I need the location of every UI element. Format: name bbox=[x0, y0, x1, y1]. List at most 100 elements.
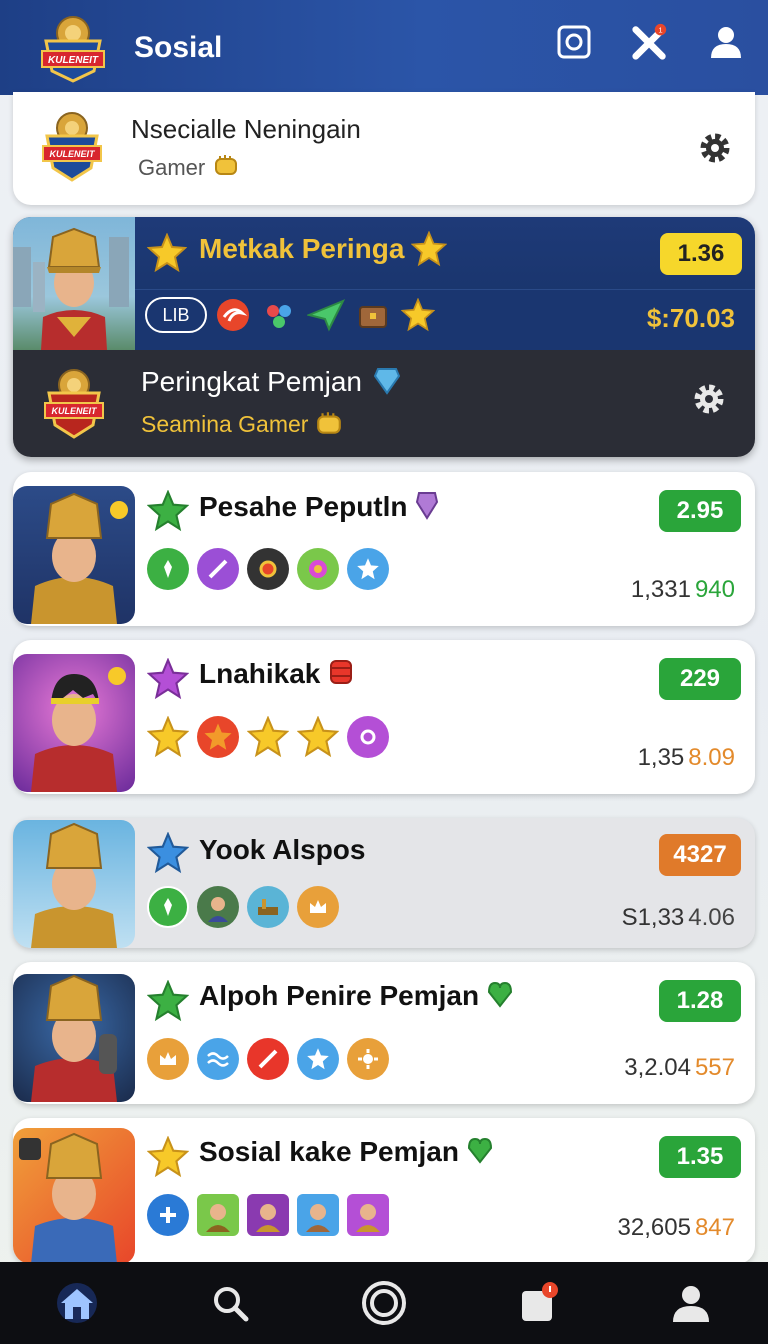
player-stat: 1,35 8.09 bbox=[638, 744, 735, 772]
star-icon bbox=[400, 297, 436, 336]
profile-icon[interactable] bbox=[706, 22, 746, 62]
wave-badge-icon bbox=[197, 1038, 239, 1080]
player-name-text: Sosial kake Pemjan bbox=[199, 1136, 459, 1167]
player-name-text: Pesahe Peputln bbox=[199, 490, 408, 522]
sword-badge-icon bbox=[247, 1038, 289, 1080]
settings-gear-icon[interactable] bbox=[697, 130, 733, 166]
player-avatar bbox=[13, 1128, 135, 1264]
player-card[interactable]: Sosial kake Pemjan 1.35 32,605 847 bbox=[13, 1118, 755, 1264]
player-name: Pesahe Peputln bbox=[199, 490, 439, 527]
player-card[interactable]: Lnahikak 229 1,35 8.09 bbox=[13, 640, 755, 794]
star-badge-icon bbox=[197, 716, 239, 758]
leaf-badge-icon bbox=[147, 886, 189, 928]
leaf-badge-icon bbox=[147, 548, 189, 590]
player-stat: 32,605 847 bbox=[618, 1214, 735, 1242]
player-avatar bbox=[13, 654, 135, 792]
top-bar: KULENEIT Sosial 1 bbox=[0, 0, 768, 95]
svg-text:KULENEIT: KULENEIT bbox=[48, 55, 99, 66]
notifications-icon[interactable] bbox=[508, 1273, 568, 1333]
app-logo[interactable]: KULENEIT bbox=[36, 11, 110, 85]
player-stat-main: 3,2.04 bbox=[624, 1054, 691, 1081]
svg-text:1: 1 bbox=[658, 25, 662, 34]
barrel-icon bbox=[328, 658, 354, 693]
player-score-badge: 1.35 bbox=[659, 1136, 741, 1178]
player-card[interactable]: Alpoh Penire Pemjan 1.28 3,2.04 557 bbox=[13, 962, 755, 1104]
paper-plane-icon bbox=[305, 297, 346, 337]
player-badge-row bbox=[147, 1038, 389, 1080]
svg-text:KULENEIT: KULENEIT bbox=[52, 406, 99, 416]
profile-subtitle: Gamer bbox=[138, 155, 206, 180]
player-stat-main: 1,331 bbox=[630, 576, 691, 603]
star-badge-icon bbox=[147, 716, 189, 758]
featured-rank-label: Seamina Gamer bbox=[141, 409, 343, 443]
player-stat-highlight: 4.06 bbox=[688, 904, 735, 931]
player-stat-main: 1,35 bbox=[637, 744, 685, 771]
profile-subtitle-row: Gamer bbox=[138, 152, 239, 184]
player-badge-row bbox=[147, 716, 389, 758]
sun-badge-icon bbox=[347, 716, 389, 758]
player-score-badge: 1.28 bbox=[659, 980, 741, 1022]
search-icon[interactable] bbox=[200, 1273, 260, 1333]
fist-icon bbox=[213, 152, 239, 184]
hero-thumb-icon bbox=[247, 1194, 289, 1236]
player-name: Yook Alspos bbox=[199, 834, 366, 865]
crossed-swords-icon[interactable]: 1 bbox=[630, 22, 670, 62]
target-badge-icon bbox=[297, 548, 339, 590]
star-icon bbox=[146, 657, 190, 704]
player-stat-main: 32,605 bbox=[617, 1214, 691, 1241]
star-badge-icon bbox=[247, 716, 289, 758]
profile-icon[interactable] bbox=[661, 1273, 721, 1333]
camera-icon[interactable] bbox=[554, 22, 594, 62]
star-icon bbox=[146, 979, 190, 1026]
bridge-badge-icon bbox=[247, 886, 289, 928]
player-card[interactable]: Yook Alspos 4327 S1,33 4.06 bbox=[13, 818, 755, 948]
featured-title: Metkak Peringa bbox=[199, 233, 405, 264]
player-score-badge: 4327 bbox=[659, 834, 741, 876]
profile-card[interactable]: KULENEIT Nsecialle Neningain Gamer bbox=[13, 92, 755, 205]
crown-badge-icon bbox=[297, 886, 339, 928]
home-icon[interactable] bbox=[47, 1273, 107, 1333]
star-icon bbox=[146, 489, 190, 536]
featured-player-card[interactable]: Metkak Peringa 1.36 LIB $:70.03 KULENEIT… bbox=[13, 217, 755, 457]
page-title: Sosial bbox=[134, 30, 223, 64]
star-badge-icon bbox=[297, 716, 339, 758]
player-stat-highlight: 8.09 bbox=[688, 744, 735, 771]
featured-rank-text: Seamina Gamer bbox=[141, 411, 309, 438]
svg-text:KULENEIT: KULENEIT bbox=[50, 149, 97, 159]
featured-money: $:70.03 bbox=[646, 303, 735, 333]
player-name: Alpoh Penire Pemjan bbox=[199, 980, 513, 1015]
treasure-icon bbox=[355, 297, 391, 337]
player-name-text: Lnahikak bbox=[199, 658, 321, 689]
player-score-badge: 2.95 bbox=[659, 490, 741, 532]
sword-badge-icon bbox=[197, 548, 239, 590]
burst-badge-icon bbox=[347, 1038, 389, 1080]
player-stat-highlight: 940 bbox=[694, 576, 735, 603]
player-stat: 1,331 940 bbox=[631, 576, 735, 604]
player-stat: 3,2.04 557 bbox=[624, 1054, 735, 1082]
player-avatar bbox=[13, 820, 135, 948]
heart-gem-icon bbox=[487, 980, 513, 1015]
bottom-nav bbox=[0, 1262, 768, 1344]
player-card[interactable]: Pesahe Peputln 2.95 1,331 940 bbox=[13, 472, 755, 626]
fist-icon bbox=[315, 409, 343, 443]
plus-badge-icon bbox=[147, 1194, 189, 1236]
star-icon bbox=[410, 230, 448, 271]
featured-score-badge: 1.36 bbox=[660, 233, 742, 275]
featured-subtitle: Peringkat Pemjan bbox=[141, 365, 400, 402]
player-score-badge: 229 bbox=[659, 658, 741, 700]
hero-thumb-icon bbox=[297, 1194, 339, 1236]
heart-gem-icon bbox=[467, 1136, 493, 1171]
featured-settings-gear-icon[interactable] bbox=[691, 381, 727, 421]
featured-tag: LIB bbox=[145, 297, 207, 333]
record-icon[interactable] bbox=[354, 1273, 414, 1333]
player-name: Sosial kake Pemjan bbox=[199, 1136, 493, 1171]
featured-logo: KULENEIT bbox=[41, 365, 107, 445]
player-badge-row bbox=[147, 886, 339, 928]
star-badge-icon bbox=[297, 1038, 339, 1080]
hero-thumb-icon bbox=[347, 1194, 389, 1236]
profile-name: Nsecialle Neningain bbox=[131, 114, 361, 144]
crown-badge-icon bbox=[147, 1038, 189, 1080]
featured-subtitle-text: Peringkat Pemjan bbox=[141, 365, 363, 397]
crystal-icon bbox=[415, 490, 439, 527]
hero-thumb-icon bbox=[197, 1194, 239, 1236]
